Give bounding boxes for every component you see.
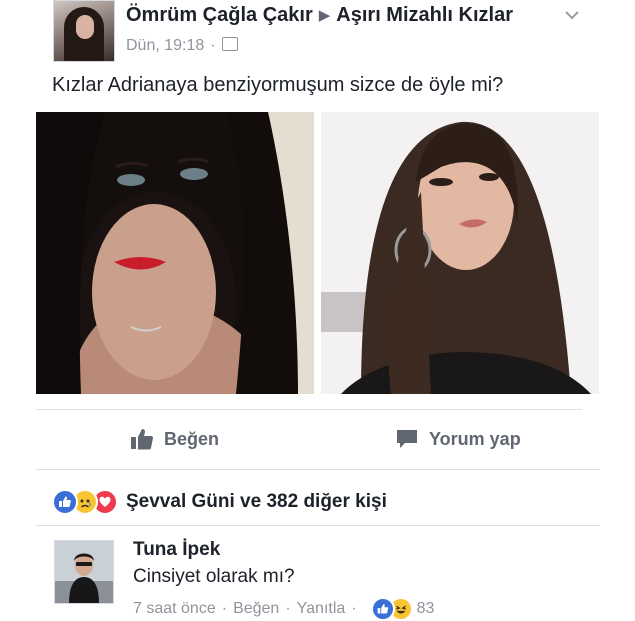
- audience-group-icon[interactable]: [221, 37, 238, 51]
- divider-actions: [36, 469, 600, 470]
- commenter-avatar[interactable]: [54, 540, 114, 604]
- like-icon: [52, 489, 78, 515]
- divider-reactions: [36, 525, 600, 526]
- reactions-summary-text[interactable]: Şevval Güni ve 382 diğer kişi: [126, 491, 387, 513]
- meta-separator: ·: [221, 600, 228, 617]
- comment-reaction-count: 83: [416, 600, 435, 617]
- chevron-down-icon[interactable]: [563, 6, 581, 24]
- comment-text: Cinsiyet olarak mı?: [133, 566, 295, 587]
- post-text: Kızlar Adrianaya benziyormuşum sizce de …: [52, 74, 504, 96]
- post-header-title: Ömrüm Çağla Çakır ▶ Aşırı Mizahlı Kızlar: [126, 4, 513, 27]
- avatar-face: [76, 15, 94, 39]
- post-timestamp[interactable]: Dün, 19:18: [126, 37, 204, 54]
- arrow-right-icon: ▶: [318, 7, 331, 24]
- comment-author[interactable]: Tuna İpek: [133, 539, 220, 561]
- divider-top: [36, 409, 582, 410]
- like-icon: [370, 597, 395, 621]
- like-button-label: Beğen: [164, 428, 220, 449]
- reactions-summary[interactable]: Şevval Güni ve 382 diğer kişi: [52, 489, 387, 515]
- author-avatar[interactable]: [53, 0, 115, 62]
- author-name-link[interactable]: Ömrüm Çağla Çakır: [126, 4, 313, 26]
- comment-bubble-icon: [397, 430, 417, 448]
- like-button[interactable]: Beğen: [130, 428, 219, 450]
- comment-meta: 7 saat önce · Beğen · Yanıtla · 83: [133, 597, 434, 621]
- meta-dot: ·: [210, 37, 216, 54]
- comment-like-link[interactable]: Beğen: [233, 600, 279, 618]
- photo-1-illustration: [36, 112, 314, 394]
- comment-reactions[interactable]: 83: [370, 597, 435, 621]
- post-meta: Dün, 19:18 ·: [126, 37, 238, 55]
- photo-2-illustration: [321, 112, 599, 394]
- comment-timestamp[interactable]: 7 saat önce: [133, 600, 216, 618]
- meta-separator: ·: [351, 600, 357, 617]
- thumbs-up-icon: [131, 429, 153, 450]
- comment-button[interactable]: Yorum yap: [395, 428, 521, 450]
- group-name-link[interactable]: Aşırı Mizahlı Kızlar: [336, 4, 513, 26]
- comment-reply-link[interactable]: Yanıtla: [297, 600, 346, 618]
- meta-separator: ·: [285, 600, 291, 617]
- comment-button-label: Yorum yap: [429, 428, 521, 449]
- post-photo-2[interactable]: [321, 112, 599, 394]
- post-photo-1[interactable]: [36, 112, 314, 394]
- commenter-avatar-illustration: [55, 541, 113, 603]
